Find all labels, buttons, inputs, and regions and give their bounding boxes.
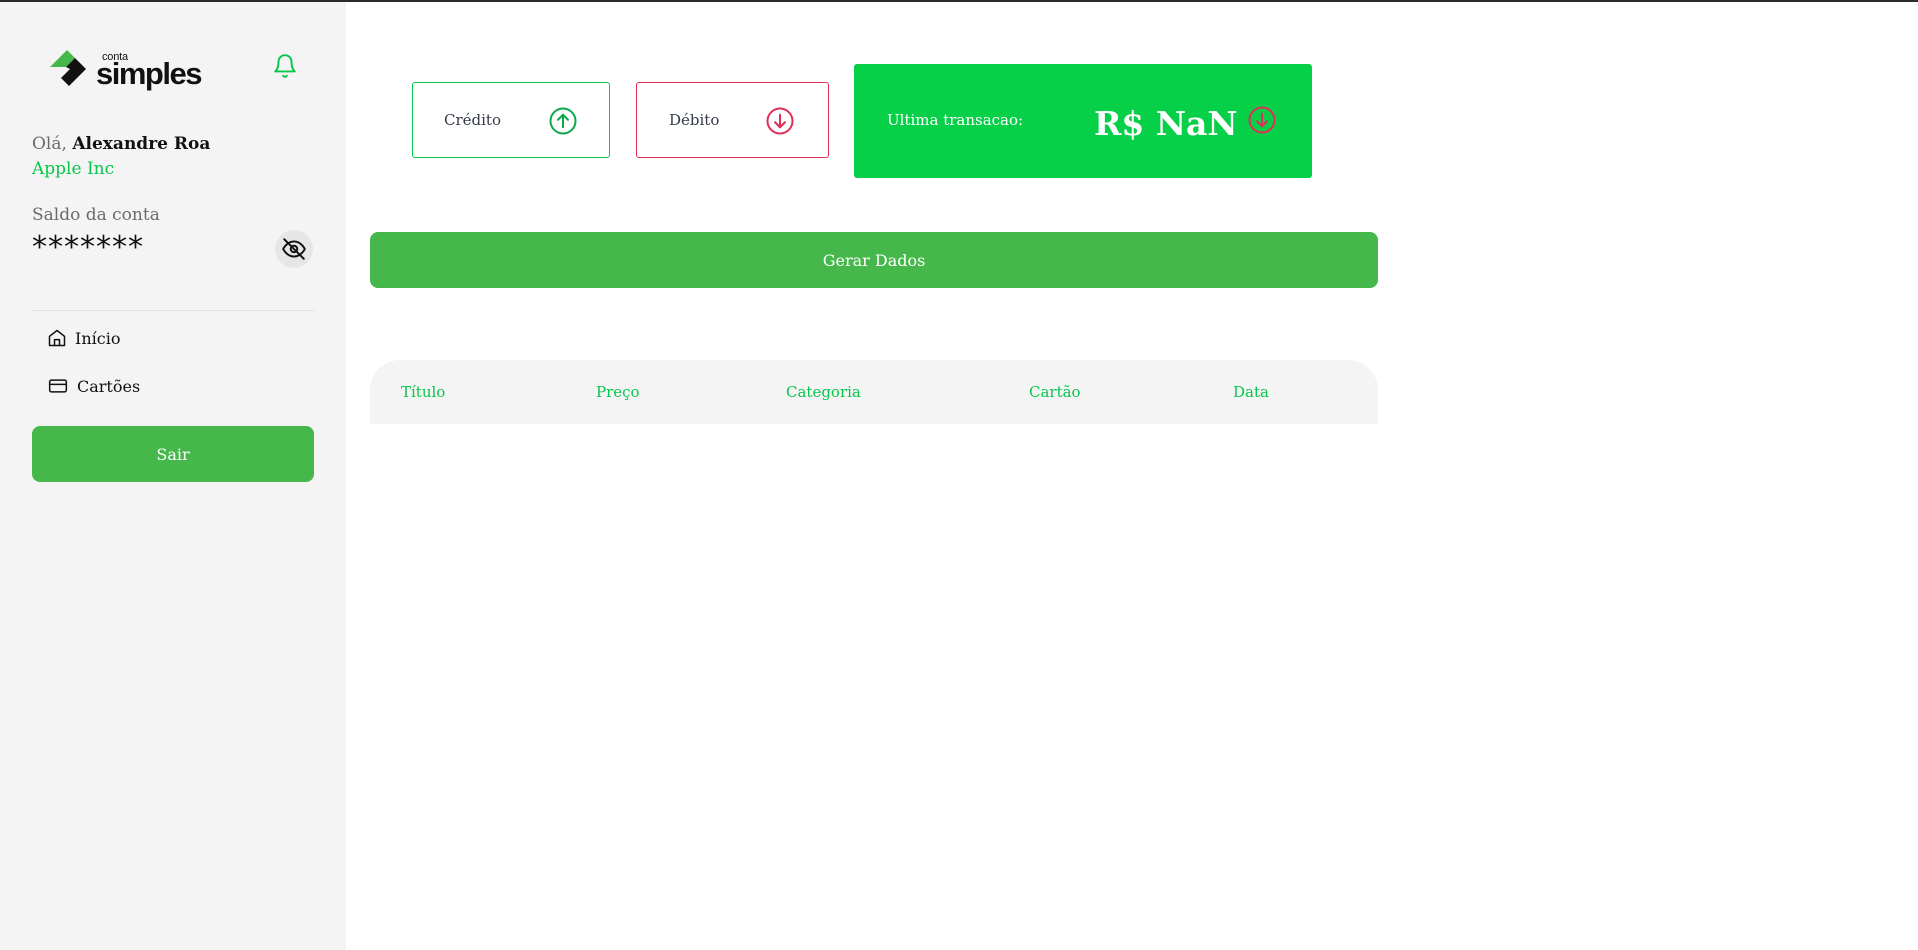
logo-text-large: simples [96,56,202,91]
credit-card-icon [48,379,68,393]
bell-icon[interactable] [272,53,298,79]
company-name: Apple Inc [32,159,115,179]
arrow-down-circle-icon [766,107,794,135]
home-icon [48,329,66,347]
balance-label: Saldo da conta [32,205,160,225]
column-header-preco[interactable]: Preço [596,383,640,401]
user-name: Alexandre Roa [72,134,211,154]
eye-off-icon [282,238,306,260]
arrow-up-circle-icon [549,107,577,135]
debit-card-filter[interactable]: Débito [636,82,829,158]
transactions-table-header: Título Preço Categoria Cartão Data [370,360,1378,424]
column-header-titulo[interactable]: Título [401,383,445,401]
logo-mark-icon [50,50,86,86]
debit-label: Débito [669,111,720,129]
column-header-cartao[interactable]: Cartão [1029,383,1081,401]
last-transaction-value: R$ NaN [1094,104,1238,143]
logout-button[interactable]: Sair [32,426,314,482]
last-transaction-card: Ultima transacao: R$ NaN [854,64,1312,178]
greeting-prefix: Olá, [32,134,67,154]
last-transaction-label: Ultima transacao: [887,111,1024,129]
generate-data-button[interactable]: Gerar Dados [370,232,1378,288]
sidebar: conta simples Olá, Alexandre Roa Apple I… [0,2,346,950]
credit-card-filter[interactable]: Crédito [412,82,610,158]
toggle-balance-visibility-button[interactable] [275,230,313,268]
greeting: Olá, Alexandre Roa [32,134,210,154]
arrow-down-circle-icon [1248,106,1276,134]
column-header-categoria[interactable]: Categoria [786,383,861,401]
sidebar-item-cartoes[interactable]: Cartões [47,376,140,396]
sidebar-item-label: Início [75,328,121,348]
brand-logo[interactable]: conta simples [48,46,216,91]
sidebar-divider [32,310,314,311]
balance-value: ******* [32,230,144,265]
credit-label: Crédito [444,111,501,129]
logo-wordmark: conta simples [96,47,216,91]
column-header-data[interactable]: Data [1233,383,1269,401]
sidebar-item-inicio[interactable]: Início [47,328,120,348]
sidebar-item-label: Cartões [77,376,141,396]
